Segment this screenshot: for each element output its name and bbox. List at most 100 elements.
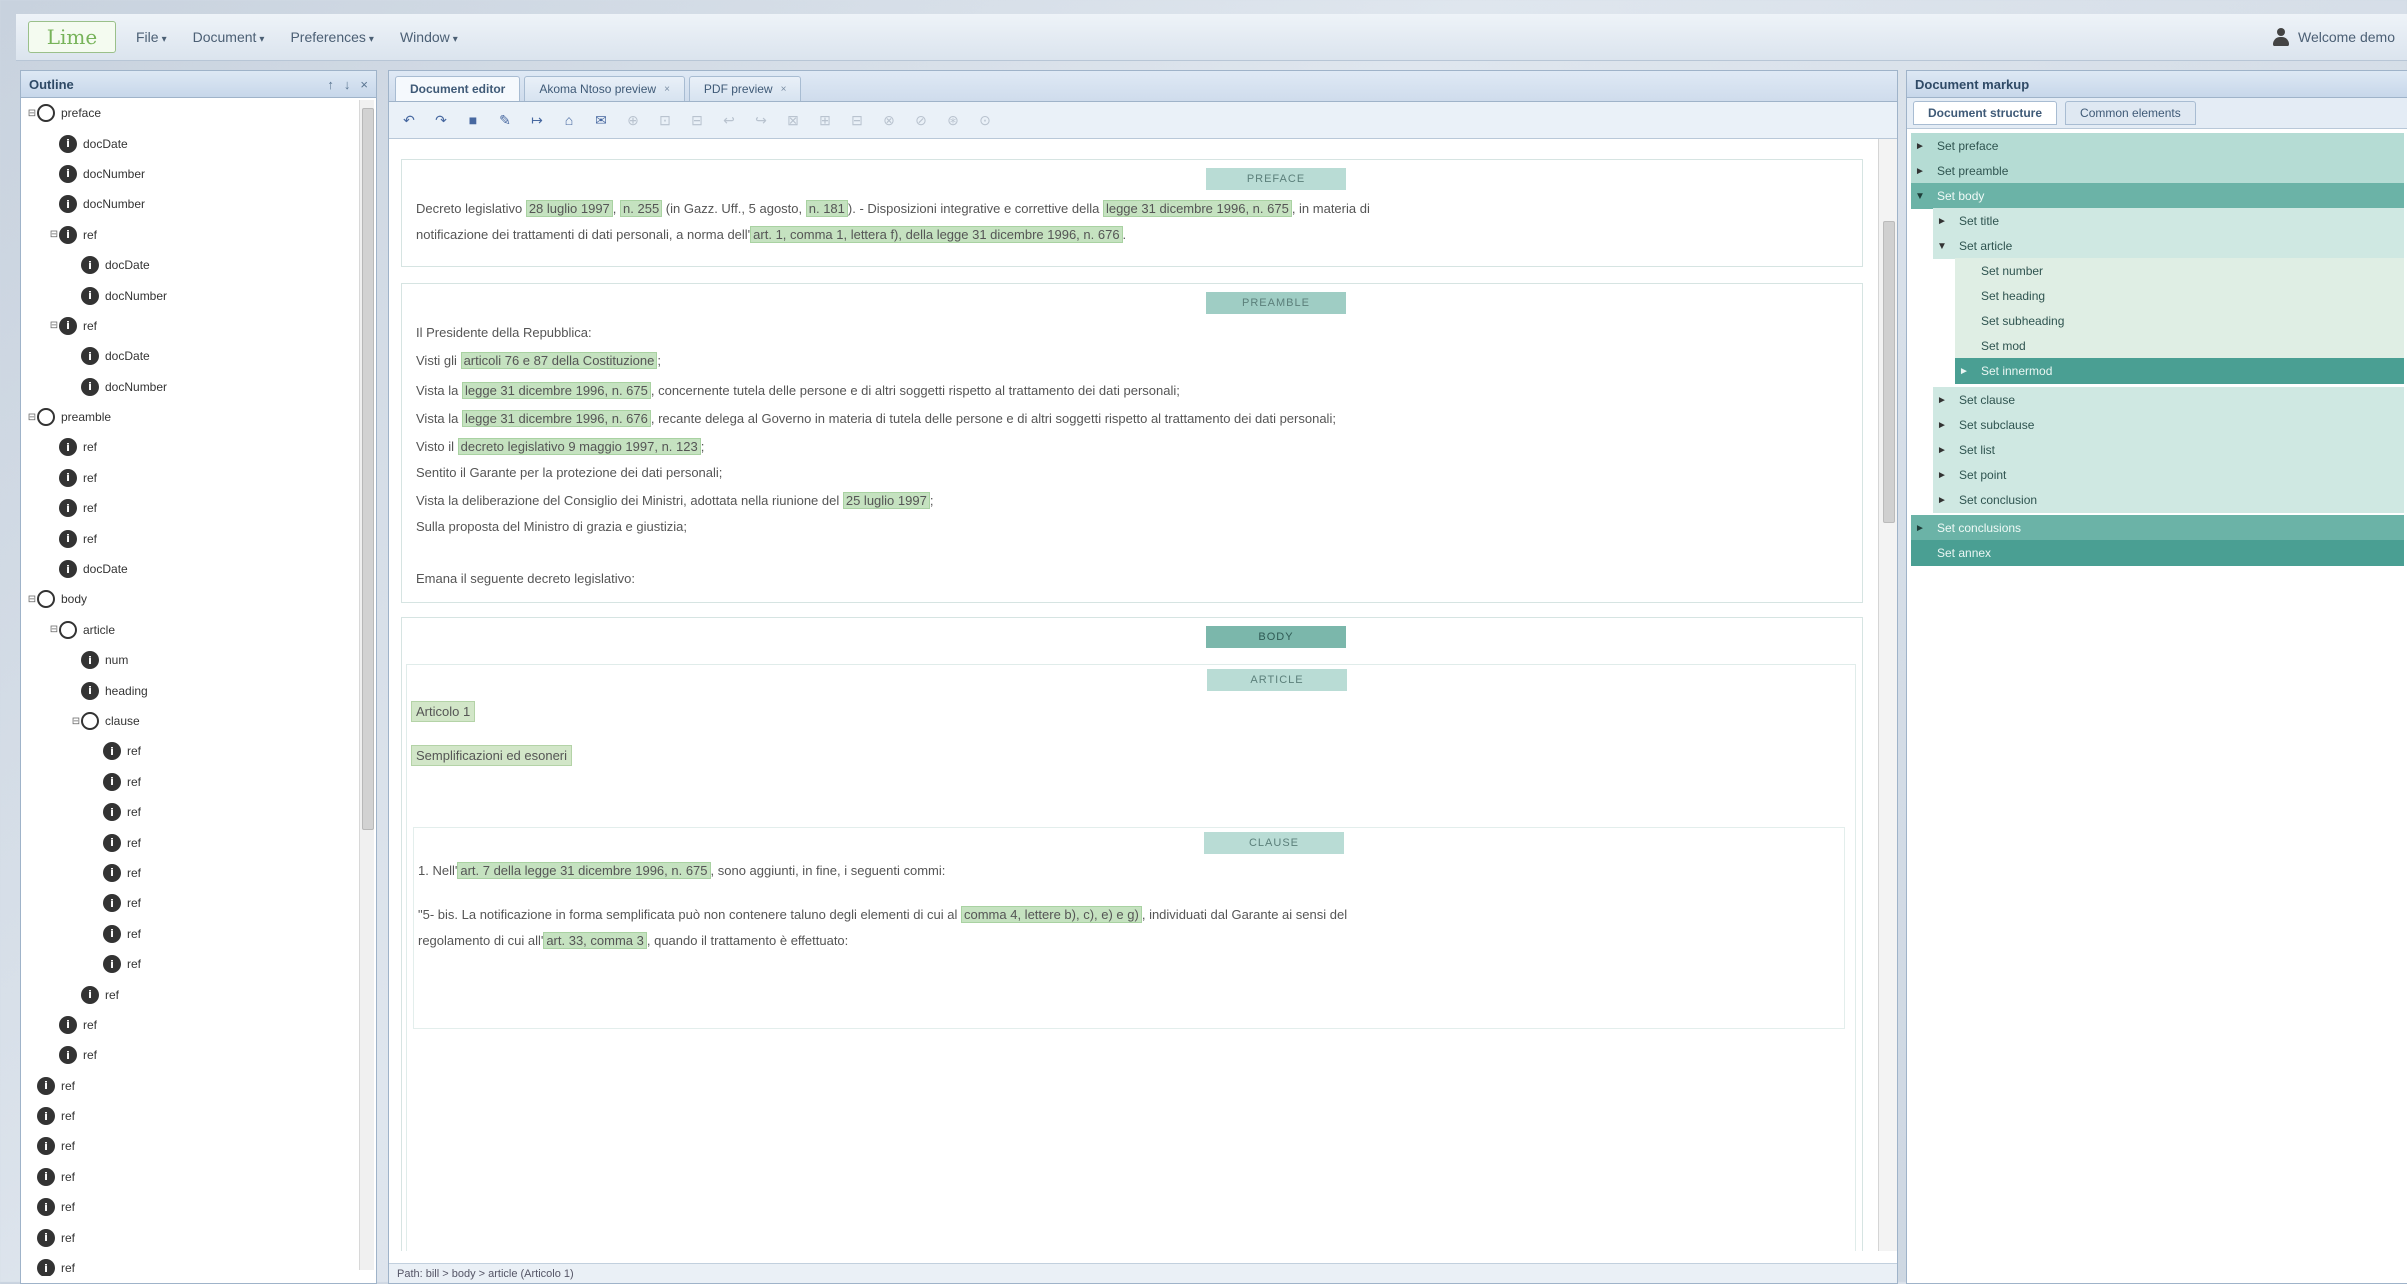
tree-node[interactable]: i docDate (21, 554, 376, 584)
tree-node[interactable]: i ref (21, 767, 376, 797)
tree-node[interactable]: i ref (21, 1101, 376, 1131)
caret-right-icon[interactable]: ► (1911, 141, 1929, 152)
tree-node[interactable]: i docNumber (21, 372, 376, 402)
markup-button[interactable]: Set heading (1955, 283, 2404, 309)
toolbar-button-icon[interactable]: ⊗ (877, 109, 901, 131)
tree-node[interactable]: i docNumber (21, 189, 376, 219)
tree-node[interactable]: i ref (21, 827, 376, 857)
markup-button[interactable]: ► Set clause (1933, 387, 2404, 413)
tree-node[interactable]: ⊟ body (21, 584, 376, 614)
toolbar-button-icon[interactable]: ↦ (525, 109, 549, 131)
reference-link[interactable]: n. 255 (620, 200, 663, 217)
tree-node[interactable]: i ref (21, 1192, 376, 1222)
reference-link[interactable]: articoli 76 e 87 della Costituzione (460, 352, 658, 369)
close-tab-icon[interactable]: × (781, 84, 787, 95)
tree-node[interactable]: i ref (21, 797, 376, 827)
tree-node[interactable]: i docNumber (21, 159, 376, 189)
collapse-up-icon[interactable]: ↑ (327, 77, 334, 92)
collapse-icon[interactable]: ⊟ (49, 229, 59, 240)
markup-button[interactable]: Set annex (1911, 540, 2404, 566)
caret-right-icon[interactable]: ► (1933, 470, 1951, 481)
caret-right-icon[interactable]: ► (1933, 495, 1951, 506)
collapse-icon[interactable]: ⊟ (27, 594, 37, 605)
toolbar-button-icon[interactable]: ⊙ (973, 109, 997, 131)
caret-right-icon[interactable]: ► (1933, 216, 1951, 227)
collapse-icon[interactable]: ⊟ (49, 624, 59, 635)
tree-node[interactable]: i ref (21, 1222, 376, 1252)
reference-link[interactable]: art. 7 della legge 31 dicembre 1996, n. … (457, 862, 711, 879)
tree-node[interactable]: ⊟ i ref (21, 220, 376, 250)
markup-button[interactable]: ► Set conclusion (1933, 487, 2404, 513)
toolbar-button-icon[interactable]: ■ (461, 109, 485, 131)
tree-node[interactable]: i ref (21, 949, 376, 979)
toolbar-button-icon[interactable]: ↷ (429, 109, 453, 131)
markup-button[interactable]: ► Set preamble (1911, 158, 2404, 184)
body-section[interactable]: BODY ARTICLE Articolo 1 Semplificazioni … (401, 617, 1863, 1251)
tree-node[interactable]: i ref (21, 1040, 376, 1070)
tree-node[interactable]: i ref (21, 523, 376, 553)
tab-document-editor[interactable]: Document editor (395, 76, 521, 101)
tree-node[interactable]: i ref (21, 1071, 376, 1101)
tree-node[interactable]: i ref (21, 1162, 376, 1192)
reference-link[interactable]: decreto legislativo 9 maggio 1997, n. 12… (457, 438, 701, 455)
toolbar-button-icon[interactable]: ✉ (589, 109, 613, 131)
menu-document[interactable]: Document ▾ (193, 29, 265, 45)
clause-section[interactable]: CLAUSE 1. Nell' art. 7 della legge 31 dic… (413, 827, 1845, 1029)
markup-button[interactable]: ▼ Set article (1933, 233, 2404, 259)
tree-node[interactable]: ⊟ preface (21, 98, 376, 128)
editor-scrollbar[interactable] (1878, 139, 1897, 1251)
tree-node[interactable]: i ref (21, 1010, 376, 1040)
markup-button[interactable]: Set number (1955, 258, 2404, 284)
tree-node[interactable]: ⊟ preamble (21, 402, 376, 432)
collapse-icon[interactable]: ⊟ (27, 412, 37, 423)
toolbar-button-icon[interactable]: ⊡ (653, 109, 677, 131)
toolbar-button-icon[interactable]: ⊞ (813, 109, 837, 131)
toolbar-button-icon[interactable]: ↪ (749, 109, 773, 131)
reference-link[interactable]: 28 luglio 1997 (525, 200, 613, 217)
editor-scroll-thumb[interactable] (1883, 221, 1895, 523)
tree-node[interactable]: i ref (21, 888, 376, 918)
tree-node[interactable]: ⊟ i ref (21, 311, 376, 341)
caret-right-icon[interactable]: ► (1933, 445, 1951, 456)
markup-button[interactable]: ► Set conclusions (1911, 515, 2404, 541)
tree-node[interactable]: ⊟ article (21, 615, 376, 645)
collapse-icon[interactable]: ⊟ (49, 320, 59, 331)
tree-node[interactable]: i ref (21, 493, 376, 523)
caret-right-icon[interactable]: ► (1933, 395, 1951, 406)
document-content[interactable]: PREFACE Decreto legislativo 28 luglio 19… (389, 139, 1879, 1251)
reference-link[interactable]: legge 31 dicembre 1996, n. 675 (1102, 200, 1292, 217)
markup-button[interactable]: ► Set title (1933, 208, 2404, 234)
menu-file[interactable]: File ▾ (136, 29, 167, 45)
tree-node[interactable]: i docDate (21, 128, 376, 158)
reference-link[interactable]: n. 181 (805, 200, 848, 217)
tree-node[interactable]: i ref (21, 1131, 376, 1161)
toolbar-button-icon[interactable]: ⊟ (845, 109, 869, 131)
toolbar-button-icon[interactable]: ⊕ (621, 109, 645, 131)
reference-link[interactable]: comma 4, lettere b), c), e) e g) (961, 906, 1142, 923)
collapse-icon[interactable]: ⊟ (27, 108, 37, 119)
caret-down-icon[interactable]: ▼ (1933, 241, 1951, 252)
caret-right-icon[interactable]: ► (1933, 420, 1951, 431)
tree-node[interactable]: i docNumber (21, 280, 376, 310)
user-menu[interactable]: Welcome demo (2272, 27, 2395, 47)
tree-node[interactable]: i heading (21, 675, 376, 705)
reference-link[interactable]: art. 33, comma 3 (543, 932, 647, 949)
toolbar-button-icon[interactable]: ⊠ (781, 109, 805, 131)
preamble-section[interactable]: PREAMBLE Il Presidente della Repubblica:… (401, 283, 1863, 603)
markup-button[interactable]: ▼ Set body (1911, 183, 2404, 209)
reference-link[interactable]: art. 1, comma 1, lettera f), della legge… (750, 226, 1123, 243)
menu-preferences[interactable]: Preferences ▾ (290, 29, 374, 45)
toolbar-button-icon[interactable]: ✎ (493, 109, 517, 131)
markup-button[interactable]: Set mod (1955, 333, 2404, 359)
tree-node[interactable]: i docDate (21, 341, 376, 371)
tree-node[interactable]: i ref (21, 1253, 376, 1276)
tree-node[interactable]: i ref (21, 919, 376, 949)
reference-link[interactable]: legge 31 dicembre 1996, n. 676 (462, 410, 651, 427)
tree-node[interactable]: i num (21, 645, 376, 675)
tree-node[interactable]: i docDate (21, 250, 376, 280)
tab-pdf-preview[interactable]: PDF preview × (688, 76, 802, 101)
tab-akoma-ntoso-preview[interactable]: Akoma Ntoso preview × (524, 76, 685, 101)
markup-button[interactable]: ► Set list (1933, 437, 2404, 463)
menu-window[interactable]: Window ▾ (400, 29, 458, 45)
markup-button[interactable]: ► Set innermod (1955, 358, 2404, 384)
